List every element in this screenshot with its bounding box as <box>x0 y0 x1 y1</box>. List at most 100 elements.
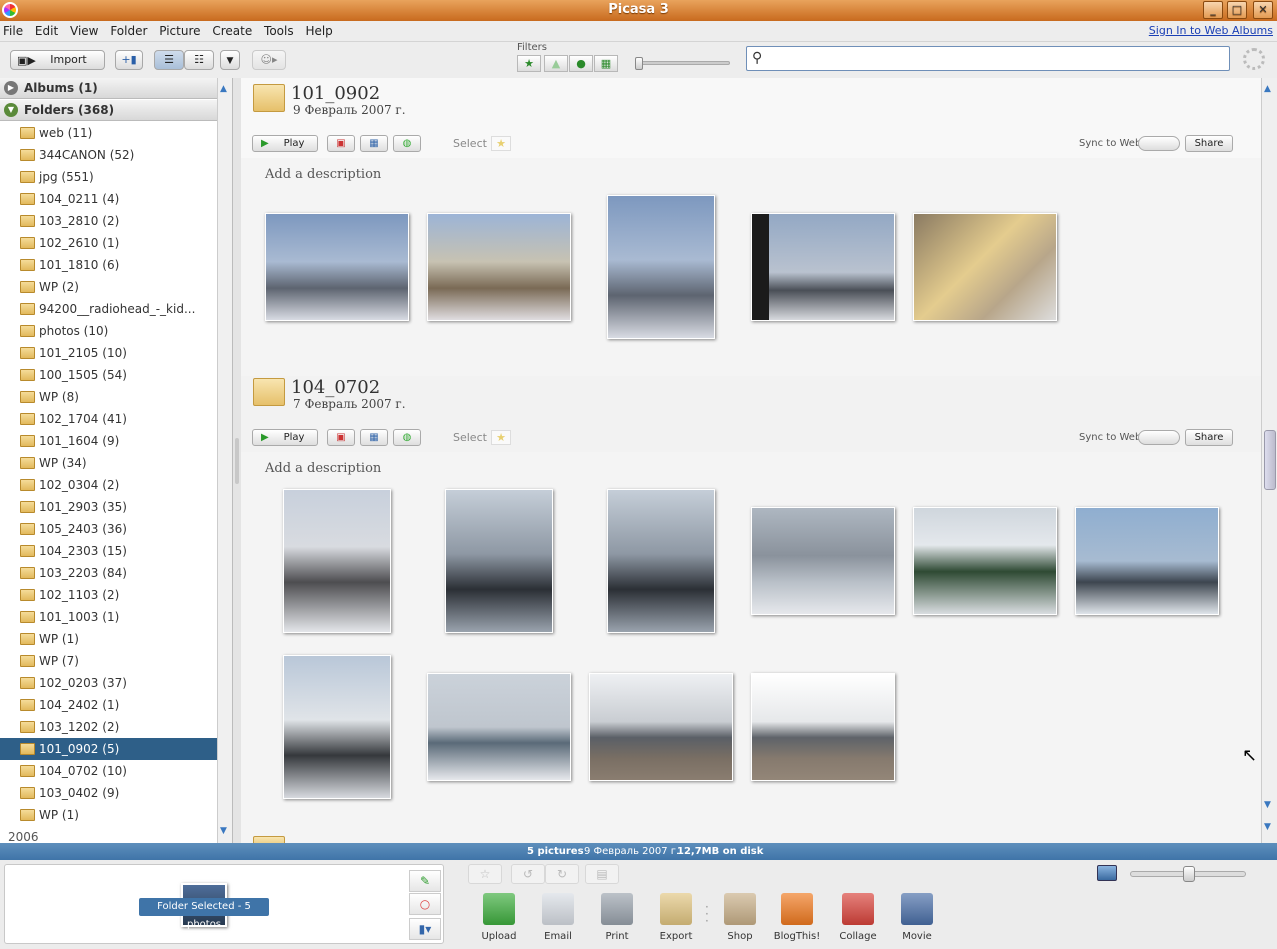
menu-tools[interactable]: Tools <box>261 21 299 42</box>
add-to-album-button[interactable]: +▮ <box>115 50 143 70</box>
people-button[interactable]: ☺▸ <box>252 50 286 70</box>
sidebar-scrollbar[interactable]: ▲ ▼ <box>217 78 232 843</box>
sidebar-folder-item[interactable]: WP (1) <box>0 628 217 650</box>
upload-button[interactable]: Upload <box>471 890 527 946</box>
menu-picture[interactable]: Picture <box>156 21 205 42</box>
sidebar-folder-item[interactable]: 102_1103 (2) <box>0 584 217 606</box>
sidebar-folder-item[interactable]: 101_2903 (35) <box>0 496 217 518</box>
sidebar-folder-item[interactable]: WP (1) <box>0 804 217 826</box>
menu-file[interactable]: File <box>0 21 28 42</box>
photo-thumbnail[interactable] <box>265 213 409 321</box>
menu-folder[interactable]: Folder <box>107 21 152 42</box>
clear-button[interactable]: ○ <box>409 893 441 915</box>
sidebar-folder-item[interactable]: 104_2402 (1) <box>0 694 217 716</box>
thumbnail-size-slider[interactable] <box>1130 866 1246 882</box>
collage-mini-button[interactable]: ▣ <box>327 135 355 152</box>
star-button[interactable]: ☆ <box>468 864 502 884</box>
sidebar-folder-item[interactable]: 102_1704 (41) <box>0 408 217 430</box>
rotate-right-button[interactable]: ↻ <box>545 864 579 884</box>
sidebar-folder-item[interactable]: 103_0402 (9) <box>0 782 217 804</box>
sign-in-link[interactable]: Sign In to Web Albums <box>1149 24 1273 37</box>
menu-view[interactable]: View <box>67 21 103 42</box>
sidebar-folder-item[interactable]: 100_1505 (54) <box>0 364 217 386</box>
scroll-down-icon[interactable]: ▼ <box>1264 822 1271 832</box>
sync-toggle[interactable] <box>1138 430 1180 445</box>
photo-thumbnail[interactable] <box>427 673 571 781</box>
movie-button[interactable]: Movie <box>889 890 945 946</box>
sidebar-folder-item[interactable]: 94200__radiohead_-_kid... <box>0 298 217 320</box>
add-to-button[interactable]: ▮▾ <box>409 918 441 940</box>
movie-mini-button[interactable]: ▦ <box>360 429 388 446</box>
play-button[interactable]: ▶ Play <box>252 135 318 152</box>
close-button[interactable]: ✕ <box>1253 1 1273 19</box>
filter-uploaded-button[interactable]: ▲ <box>544 55 568 72</box>
minimize-button[interactable]: _ <box>1203 1 1223 19</box>
photo-thumbnail[interactable] <box>751 213 895 321</box>
export-button[interactable]: Export <box>648 890 704 946</box>
scroll-up-icon[interactable]: ▲ <box>1264 84 1271 94</box>
photo-thumbnail[interactable] <box>589 673 733 781</box>
sidebar-folder-item[interactable]: 101_1003 (1) <box>0 606 217 628</box>
print-button[interactable]: Print <box>589 890 645 946</box>
splitter-grip[interactable] <box>235 438 239 484</box>
scroll-down-icon[interactable]: ▼ <box>1264 800 1271 810</box>
sidebar-folder-item[interactable]: jpg (551) <box>0 166 217 188</box>
hold-button[interactable]: ✎ <box>409 870 441 892</box>
menu-create[interactable]: Create <box>209 21 257 42</box>
folder-description[interactable]: Add a description <box>265 461 381 476</box>
sidebar-folder-item[interactable]: WP (34) <box>0 452 217 474</box>
scroll-down-icon[interactable]: ▼ <box>220 826 227 836</box>
blogthis-button[interactable]: BlogThis! <box>769 890 825 946</box>
select-star-icon[interactable]: ★ <box>491 430 511 445</box>
menu-edit[interactable]: Edit <box>32 21 63 42</box>
photo-thumbnail[interactable] <box>1075 507 1219 615</box>
sidebar-folder-item[interactable]: WP (2) <box>0 276 217 298</box>
share-button[interactable]: Share <box>1185 429 1233 446</box>
sync-toggle[interactable] <box>1138 136 1180 151</box>
select-star-icon[interactable]: ★ <box>491 136 511 151</box>
sidebar-folder-item[interactable]: 101_1810 (6) <box>0 254 217 276</box>
scrollbar-thumb[interactable] <box>1264 430 1276 490</box>
photo-thumbnail[interactable] <box>913 213 1057 321</box>
photo-thumbnail[interactable] <box>913 507 1057 615</box>
photo-thumbnail[interactable] <box>751 673 895 781</box>
sidebar-folder-item[interactable]: 103_1202 (2) <box>0 716 217 738</box>
menu-help[interactable]: Help <box>302 21 337 42</box>
filter-starred-button[interactable]: ★ <box>517 55 541 72</box>
sidebar-folder-item[interactable]: WP (8) <box>0 386 217 408</box>
email-button[interactable]: Email <box>530 890 586 946</box>
sidebar-folder-item[interactable]: web (11) <box>0 122 217 144</box>
sidebar-folder-item[interactable]: 102_0203 (37) <box>0 672 217 694</box>
tag-button[interactable]: ▤ <box>585 864 619 884</box>
sidebar-folder-item[interactable]: 104_0211 (4) <box>0 188 217 210</box>
albums-header[interactable]: ▶ Albums (1) <box>0 78 217 99</box>
sidebar-folder-item[interactable]: 104_0702 (10) <box>0 760 217 782</box>
sidebar-folder-item[interactable]: 101_0902 (5) <box>0 738 217 760</box>
collage-mini-button[interactable]: ▣ <box>327 429 355 446</box>
sidebar-folder-item[interactable]: 344CANON (52) <box>0 144 217 166</box>
slider-thumb[interactable] <box>635 57 643 70</box>
rotate-left-button[interactable]: ↺ <box>511 864 545 884</box>
sidebar-folder-item[interactable]: WP (7) <box>0 650 217 672</box>
sidebar-folder-item[interactable]: 103_2810 (2) <box>0 210 217 232</box>
thumbnail-view-button[interactable]: ☰ <box>154 50 184 70</box>
date-filter-slider[interactable] <box>635 57 730 70</box>
movie-mini-button[interactable]: ▦ <box>360 135 388 152</box>
maximize-button[interactable]: □ <box>1227 1 1247 19</box>
photo-thumbnail[interactable] <box>283 489 391 633</box>
play-button[interactable]: ▶ Play <box>252 429 318 446</box>
sidebar-folder-item[interactable]: 101_1604 (9) <box>0 430 217 452</box>
view-options-dropdown[interactable]: ▼ <box>220 50 240 70</box>
photo-thumbnail[interactable] <box>283 655 391 799</box>
sidebar-folder-item[interactable]: 102_2610 (1) <box>0 232 217 254</box>
slider-thumb[interactable] <box>1183 866 1195 882</box>
sidebar-folder-item[interactable]: 101_2105 (10) <box>0 342 217 364</box>
filter-movies-button[interactable]: ▦ <box>594 55 618 72</box>
collage-button[interactable]: Collage <box>830 890 886 946</box>
photo-thumbnail[interactable] <box>445 489 553 633</box>
geotag-button[interactable]: ◍ <box>393 135 421 152</box>
sidebar-folder-item[interactable]: 104_2303 (15) <box>0 540 217 562</box>
geotag-button[interactable]: ◍ <box>393 429 421 446</box>
sidebar-folder-item[interactable]: 103_2203 (84) <box>0 562 217 584</box>
sidebar-folder-item[interactable]: 105_2403 (36) <box>0 518 217 540</box>
